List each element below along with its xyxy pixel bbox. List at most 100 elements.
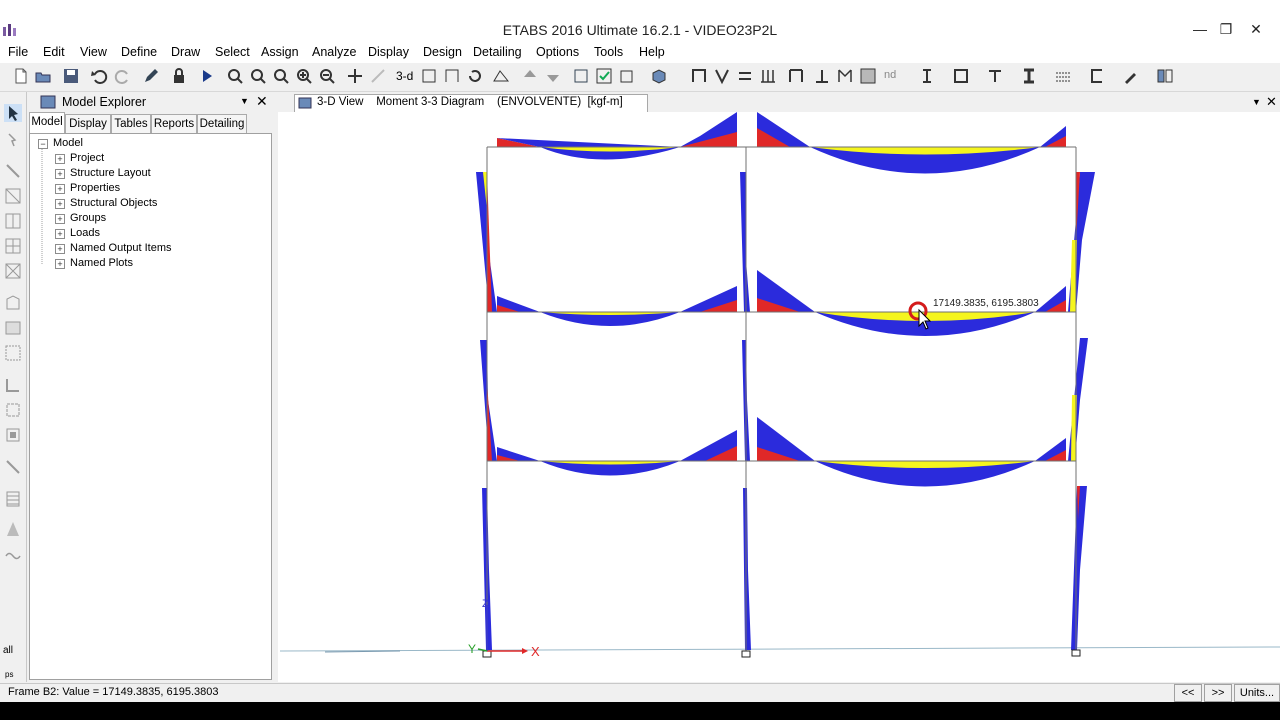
line-style-icon[interactable] [1054, 67, 1072, 85]
draw-floor-tool-icon[interactable] [4, 294, 22, 312]
view-3d-button[interactable]: 3-d [396, 69, 413, 83]
section-box-icon[interactable] [952, 67, 970, 85]
menu-define[interactable]: Define [121, 45, 157, 59]
draw-opening-tool-icon[interactable] [4, 426, 22, 444]
draw-brace-tool-icon[interactable] [4, 262, 22, 280]
tree-expander-properties[interactable]: + [55, 184, 65, 194]
draw-brace-icon[interactable] [713, 67, 731, 85]
draw-column-icon[interactable] [759, 67, 777, 85]
explorer-dropdown-icon[interactable]: ▼ [240, 96, 249, 106]
menu-draw[interactable]: Draw [171, 45, 200, 59]
maximize-button[interactable]: ❐ [1212, 18, 1240, 40]
zoom-window-icon[interactable] [226, 67, 244, 85]
draw-frame-icon[interactable] [690, 67, 708, 85]
draw-mesh-icon[interactable] [859, 67, 877, 85]
pan-icon[interactable] [346, 67, 364, 85]
zoom-restore-icon[interactable] [272, 67, 290, 85]
units-button[interactable]: Units... [1234, 684, 1280, 702]
section-t-icon[interactable] [986, 67, 1004, 85]
tree-expander-loads[interactable]: + [55, 229, 65, 239]
tree-expander-named-plots[interactable]: + [55, 259, 65, 269]
window-layout-icon[interactable] [1156, 67, 1174, 85]
tree-item-structural-objects[interactable]: Structural Objects [70, 197, 157, 209]
menu-select[interactable]: Select [215, 45, 250, 59]
tab-reports[interactable]: Reports [151, 114, 197, 134]
draw-line-tool-icon[interactable] [4, 162, 22, 180]
menu-display[interactable]: Display [368, 45, 409, 59]
undo-icon[interactable] [90, 67, 108, 85]
draw-beam-icon[interactable] [736, 67, 754, 85]
menu-design[interactable]: Design [423, 45, 462, 59]
show-undeformed-icon[interactable] [618, 67, 636, 85]
draw-wave-tool-icon[interactable] [4, 546, 22, 564]
elevation-view-icon[interactable] [443, 67, 461, 85]
draw-quick-area-tool-icon[interactable] [4, 344, 22, 362]
object-shrink-icon[interactable] [572, 67, 590, 85]
draw-opening-icon[interactable] [836, 67, 854, 85]
new-model-icon[interactable] [12, 67, 30, 85]
draw-grid-tool-icon[interactable] [4, 237, 22, 255]
move-down-icon[interactable] [544, 67, 562, 85]
tab-tables[interactable]: Tables [111, 114, 151, 134]
lock-icon[interactable] [170, 67, 188, 85]
moment-diagram-canvas[interactable]: X Y Z 17149.3835, 6195.3803 [278, 112, 1280, 682]
draw-slab-icon[interactable] [813, 67, 831, 85]
menu-help[interactable]: Help [639, 45, 665, 59]
view-nd-button[interactable]: nd [884, 69, 896, 81]
next-button[interactable]: >> [1204, 684, 1232, 702]
previous-button[interactable]: << [1174, 684, 1202, 702]
tree-item-loads[interactable]: Loads [70, 227, 100, 239]
tree-item-structure-layout[interactable]: Structure Layout [70, 167, 151, 179]
menu-file[interactable]: File [8, 45, 28, 59]
zoom-previous-icon[interactable] [249, 67, 267, 85]
tree-item-named-plots[interactable]: Named Plots [70, 257, 133, 269]
run-analysis-icon[interactable] [198, 67, 216, 85]
tree-expander-project[interactable]: + [55, 154, 65, 164]
draw-column-tool-icon[interactable] [4, 212, 22, 230]
pen-color-icon[interactable] [1122, 67, 1140, 85]
section-i-icon[interactable] [918, 67, 936, 85]
tab-model[interactable]: Model [29, 112, 65, 134]
draw-dimension-tool-icon[interactable] [4, 520, 22, 538]
tree-expander-structural-objects[interactable]: + [55, 199, 65, 209]
zoom-out-icon[interactable] [318, 67, 336, 85]
open-model-icon[interactable] [34, 67, 52, 85]
tree-root-model[interactable]: Model [53, 137, 83, 149]
set-display-options-icon[interactable] [595, 67, 613, 85]
show-deformed-icon[interactable] [650, 67, 668, 85]
menu-view[interactable]: View [80, 45, 107, 59]
view-close-icon[interactable]: ✕ [1266, 94, 1277, 110]
rotate-3d-icon[interactable] [466, 67, 484, 85]
menu-detailing[interactable]: Detailing [473, 45, 522, 59]
measure-icon[interactable] [369, 67, 387, 85]
draw-wall-icon[interactable] [787, 67, 805, 85]
draw-link-tool-icon[interactable] [4, 458, 22, 476]
draw-wall-stack-tool-icon[interactable] [4, 401, 22, 419]
draw-diagonal-tool-icon[interactable] [4, 187, 22, 205]
section-w-icon[interactable] [1020, 67, 1038, 85]
menu-analyze[interactable]: Analyze [312, 45, 356, 59]
plan-view-icon[interactable] [420, 67, 438, 85]
pencil-icon[interactable] [142, 67, 160, 85]
channel-section-icon[interactable] [1088, 67, 1106, 85]
redo-icon[interactable] [114, 67, 132, 85]
menu-tools[interactable]: Tools [594, 45, 623, 59]
tree-item-groups[interactable]: Groups [70, 212, 106, 224]
reshape-icon[interactable] [4, 132, 22, 150]
zoom-in-icon[interactable] [295, 67, 313, 85]
tab-detailing[interactable]: Detailing [197, 114, 247, 134]
minimize-button[interactable]: — [1186, 18, 1214, 40]
move-up-icon[interactable] [521, 67, 539, 85]
select-all-label[interactable]: all [3, 645, 13, 656]
tree-item-properties[interactable]: Properties [70, 182, 120, 194]
save-model-icon[interactable] [62, 67, 80, 85]
draw-tendon-tool-icon[interactable] [4, 490, 22, 508]
previous-selection-label[interactable]: ps [5, 670, 13, 679]
tab-display[interactable]: Display [65, 114, 111, 134]
menu-options[interactable]: Options [536, 45, 579, 59]
close-button[interactable]: ✕ [1242, 18, 1270, 40]
perspective-icon[interactable] [492, 67, 510, 85]
pointer-icon[interactable] [4, 104, 22, 122]
draw-wall-tool-icon[interactable] [4, 376, 22, 394]
tree-item-named-output-items[interactable]: Named Output Items [70, 242, 172, 254]
